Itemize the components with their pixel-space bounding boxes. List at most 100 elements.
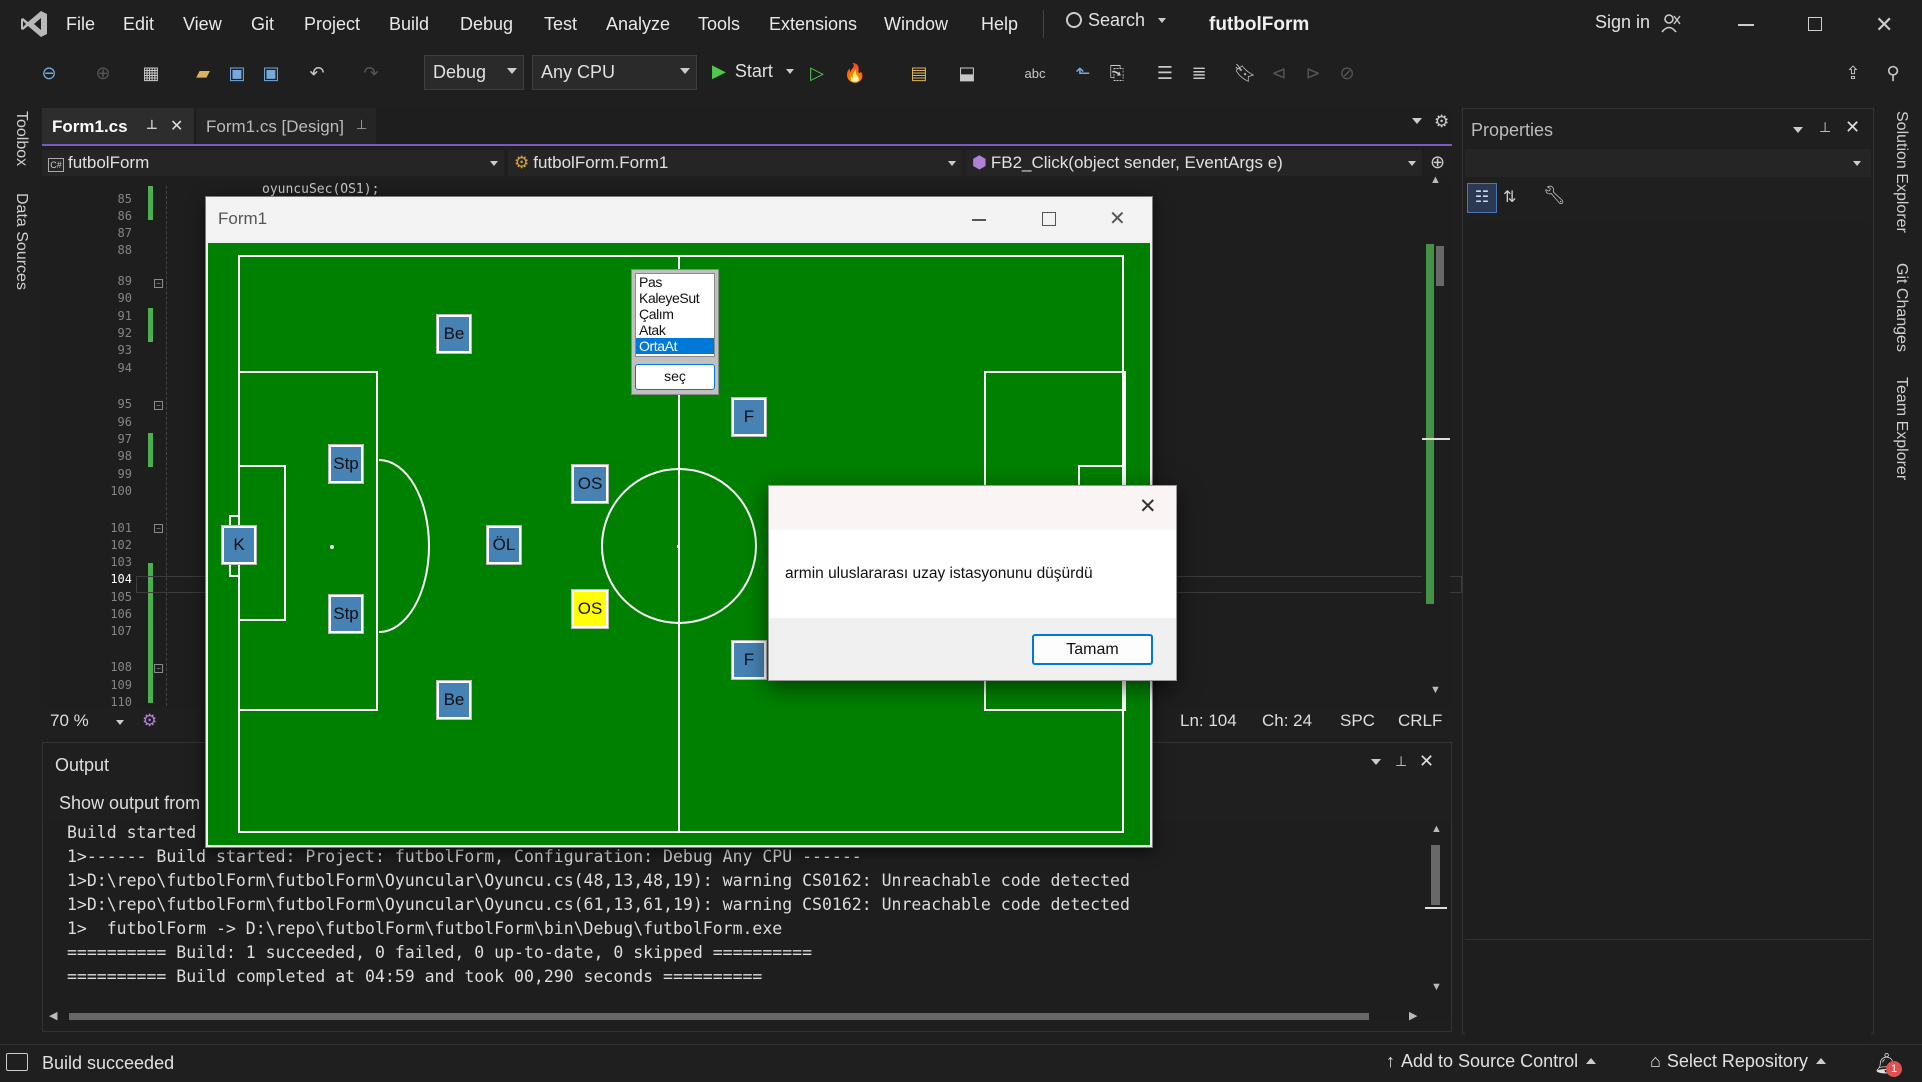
menu-edit[interactable]: Edit: [123, 14, 154, 35]
class-dropdown[interactable]: ⚙ futbolForm.Form1: [508, 150, 962, 176]
output-hscrollbar[interactable]: ◀ ▶: [47, 1009, 1427, 1023]
select-element-icon[interactable]: ⬑: [1070, 60, 1096, 86]
close-window-button[interactable]: ✕: [1875, 12, 1893, 38]
menu-project[interactable]: Project: [304, 14, 360, 35]
navigate-forward-icon[interactable]: ⊕: [90, 60, 116, 86]
pin-icon[interactable]: ⊥: [1819, 119, 1831, 136]
menu-view[interactable]: View: [183, 14, 222, 35]
prev-bookmark-icon[interactable]: ⊲: [1266, 60, 1292, 86]
bookmark-icon[interactable]: 🔖︎: [1232, 60, 1258, 86]
player-back-top[interactable]: Be: [436, 314, 472, 354]
player-stopper-top[interactable]: Stp: [328, 444, 364, 484]
property-grid[interactable]: [1465, 221, 1871, 1051]
redo-icon[interactable]: ↷: [358, 60, 384, 86]
action-option-selected[interactable]: OrtaAt: [636, 338, 714, 354]
output-text-area[interactable]: Build started 1>------ Build started: Pr…: [43, 821, 1451, 1021]
menu-git[interactable]: Git: [251, 14, 274, 35]
collapse-icon[interactable]: −: [154, 279, 163, 288]
open-folder-icon[interactable]: ▰: [190, 60, 216, 86]
column-indicator[interactable]: Ch: 24: [1262, 711, 1312, 731]
menu-tools[interactable]: Tools: [698, 14, 740, 35]
hot-reload-icon[interactable]: 🔥: [842, 60, 868, 86]
layout-icon[interactable]: ⬓: [954, 60, 980, 86]
alphabetical-icon[interactable]: ⇅: [1503, 187, 1516, 207]
add-to-source-control-button[interactable]: ↑ Add to Source Control: [1386, 1051, 1597, 1072]
pin-icon[interactable]: ⊥: [356, 117, 367, 133]
close-window-button[interactable]: ✕: [1109, 206, 1126, 231]
team-explorer-tab[interactable]: Team Explorer: [1892, 377, 1910, 480]
player-goalkeeper[interactable]: K: [221, 525, 257, 565]
menu-test[interactable]: Test: [544, 14, 577, 35]
split-editor-icon[interactable]: ⊕: [1430, 152, 1445, 173]
restore-button[interactable]: [1808, 17, 1822, 31]
action-option[interactable]: Çalım: [636, 306, 714, 322]
code-cleanup-icon[interactable]: ⚙: [142, 711, 157, 731]
spell-check-icon[interactable]: abc: [1022, 60, 1048, 86]
save-all-icon[interactable]: ▣: [258, 60, 284, 86]
menu-help[interactable]: Help: [981, 14, 1018, 35]
tab-overflow-icon[interactable]: [1412, 118, 1422, 124]
clear-bookmarks-icon[interactable]: ⊘: [1334, 60, 1360, 86]
minimize-button[interactable]: [972, 219, 986, 221]
outdent-icon[interactable]: ☰: [1152, 60, 1178, 86]
scroll-thumb[interactable]: [1431, 845, 1440, 905]
tab-form1-design[interactable]: Form1.cs [Design] ⊥: [196, 108, 376, 144]
scroll-right-icon[interactable]: ▶: [1409, 1009, 1417, 1022]
line-indicator[interactable]: Ln: 104: [1180, 711, 1237, 731]
select-repository-button[interactable]: ⌂ Select Repository: [1650, 1051, 1826, 1072]
menu-debug[interactable]: Debug: [460, 14, 513, 35]
open-in-explorer-icon[interactable]: ▤: [906, 60, 932, 86]
chevron-down-icon[interactable]: [1793, 127, 1803, 133]
undo-icon[interactable]: ↶: [304, 60, 330, 86]
zoom-select[interactable]: 70 %: [50, 711, 130, 731]
toolbox-tab[interactable]: Toolbox: [12, 111, 30, 166]
player-midfield-bottom-selected[interactable]: OS: [571, 589, 609, 629]
close-pane-icon[interactable]: ✕: [1845, 117, 1860, 138]
scroll-down-icon[interactable]: ▼: [1430, 684, 1441, 696]
sign-in-link[interactable]: Sign in: [1595, 12, 1650, 33]
output-status-icon[interactable]: [6, 1053, 28, 1071]
menu-window[interactable]: Window: [884, 14, 948, 35]
scroll-left-icon[interactable]: ◀: [49, 1009, 57, 1022]
categorized-icon[interactable]: ☷: [1467, 183, 1497, 213]
scroll-thumb[interactable]: [1436, 246, 1444, 286]
account-icon[interactable]: [1660, 12, 1682, 34]
select-action-button[interactable]: seç: [635, 364, 715, 390]
scroll-down-icon[interactable]: ▼: [1431, 981, 1442, 993]
scroll-up-icon[interactable]: ▲: [1431, 823, 1442, 835]
maximize-button[interactable]: [1042, 212, 1056, 226]
player-defensive-mid[interactable]: ÖL: [486, 525, 522, 565]
player-forward-top[interactable]: F: [731, 397, 767, 437]
menu-file[interactable]: File: [66, 14, 95, 35]
property-pages-icon[interactable]: 🔧︎: [1543, 185, 1566, 206]
save-icon[interactable]: ▣: [224, 60, 250, 86]
close-pane-icon[interactable]: ✕: [1419, 751, 1434, 772]
form1-titlebar[interactable]: Form1 ✕: [206, 197, 1152, 241]
new-project-icon[interactable]: ▦: [138, 60, 164, 86]
editor-scrollbar[interactable]: ▲ ▼: [1422, 174, 1450, 703]
scroll-up-icon[interactable]: ▲: [1430, 174, 1441, 186]
ok-button[interactable]: Tamam: [1032, 634, 1153, 665]
search-box[interactable]: Search: [1066, 10, 1167, 38]
start-without-debugging-icon[interactable]: ▷: [804, 60, 830, 86]
live-tree-icon[interactable]: ⎘: [1104, 60, 1130, 86]
collapse-icon[interactable]: −: [154, 664, 163, 673]
share-icon[interactable]: ⇪: [1840, 60, 1866, 86]
start-debugging-button[interactable]: ▶ Start: [712, 61, 794, 82]
tab-form1-cs[interactable]: Form1.cs ⊥ ✕: [42, 108, 194, 144]
next-bookmark-icon[interactable]: ⊳: [1300, 60, 1326, 86]
menu-analyze[interactable]: Analyze: [606, 14, 670, 35]
menu-extensions[interactable]: Extensions: [769, 14, 857, 35]
output-vscrollbar[interactable]: ▲ ▼: [1423, 821, 1449, 997]
settings-gear-icon[interactable]: ⚙: [1434, 112, 1449, 132]
action-option[interactable]: Atak: [636, 322, 714, 338]
object-selector[interactable]: [1465, 149, 1871, 177]
platform-select[interactable]: Any CPU: [532, 55, 697, 90]
scroll-thumb[interactable]: [69, 1013, 1369, 1020]
indent-indicator[interactable]: SPC: [1340, 711, 1375, 731]
visual-studio-logo-icon[interactable]: [18, 8, 50, 40]
solution-explorer-tab[interactable]: Solution Explorer: [1892, 111, 1910, 233]
close-dialog-button[interactable]: ✕: [1139, 494, 1157, 519]
feedback-icon[interactable]: ⚲: [1880, 60, 1906, 86]
git-changes-tab[interactable]: Git Changes: [1892, 263, 1910, 352]
